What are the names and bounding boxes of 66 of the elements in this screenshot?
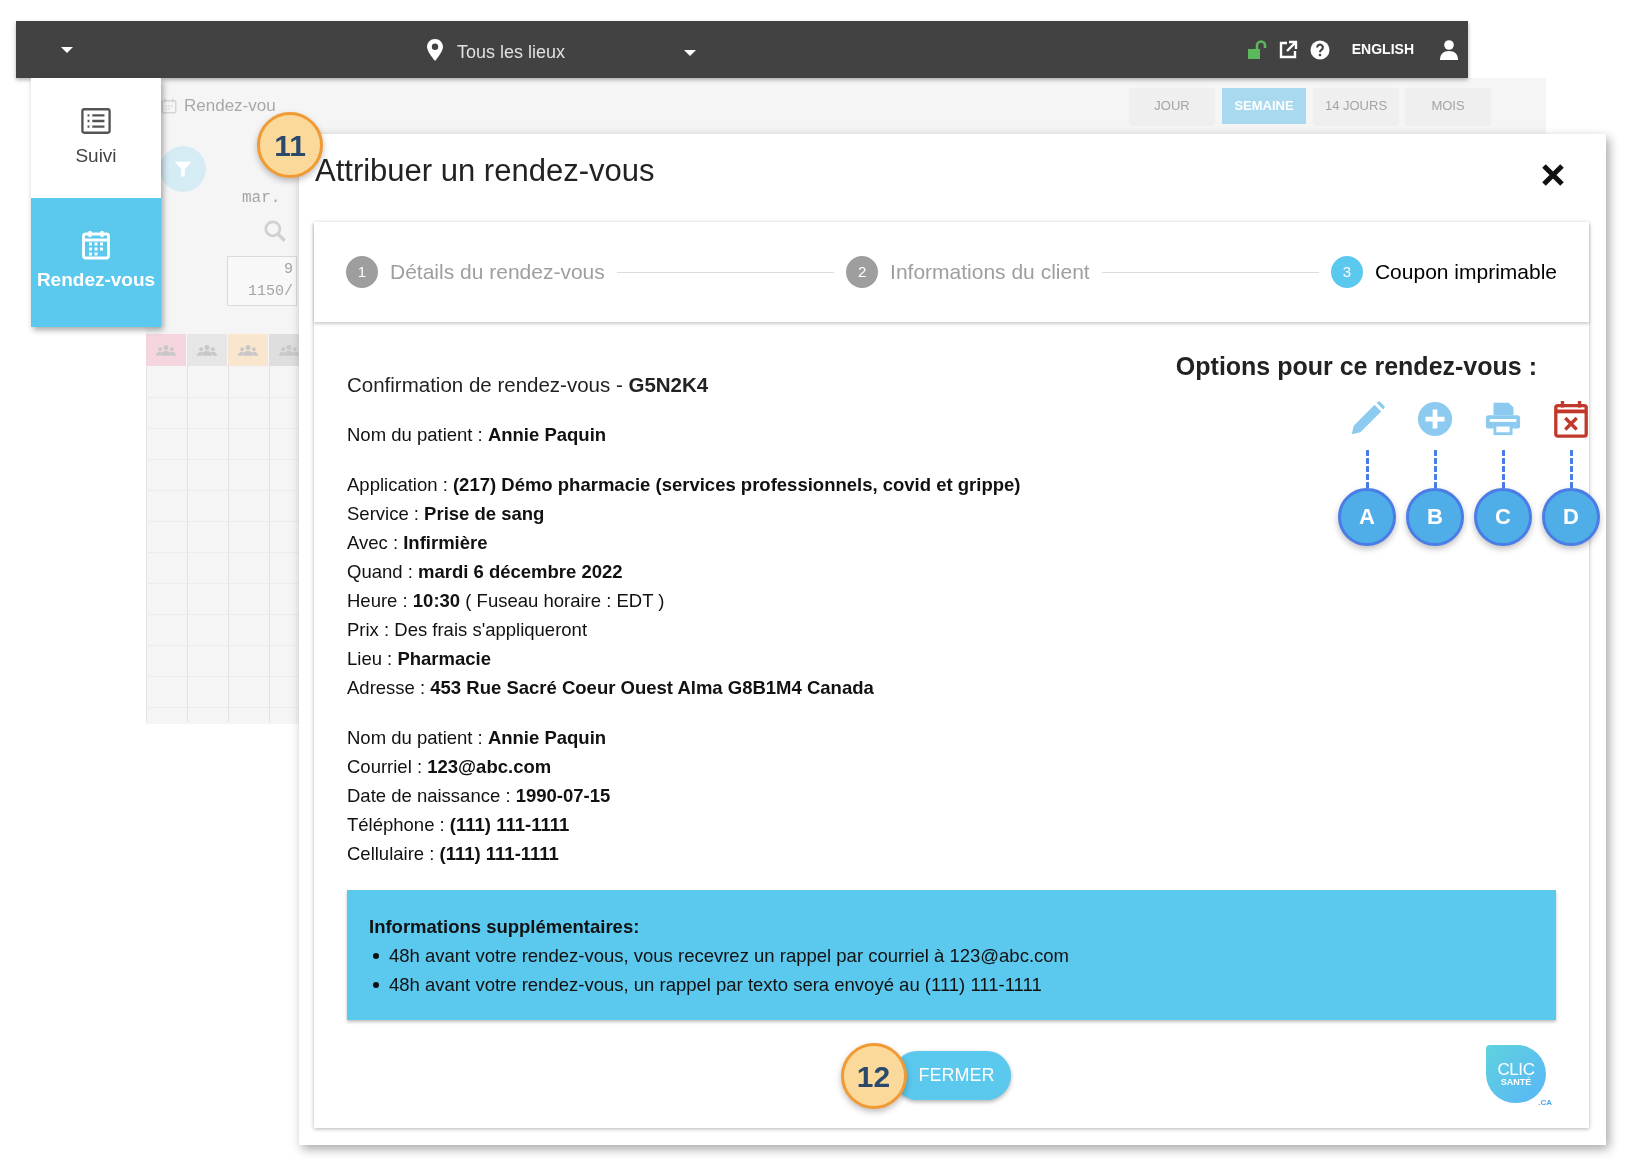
detail-line: Nom du patient : Annie Paquin [347,726,608,750]
logo: CLIC SANTÉ .CA [1486,1045,1552,1103]
callout-badge: A [1338,487,1396,546]
detail-line: Prix : Des frais s'appliqueront [347,618,589,642]
user-icon[interactable] [1440,39,1458,60]
callout-badge: 12 [840,1043,907,1109]
people-icon [238,343,258,357]
leader-line [1365,449,1369,488]
help-icon[interactable] [1309,39,1330,60]
bullet-icon [373,981,379,988]
callout-badge: C [1474,487,1532,546]
caret-icon[interactable] [60,45,74,54]
detail-line: Téléphone : (111) 111-1111 [347,813,571,837]
calendar-x-icon[interactable] [1552,399,1590,438]
calendar-icon [160,97,178,115]
options-title: Options pour ce rendez-vous : [1175,351,1537,382]
list-icon [81,105,111,136]
leader-line [1433,449,1437,488]
step[interactable]: 2 Informations du client [846,256,1090,288]
step[interactable]: 1 Détails du rendez-vous [346,256,605,288]
caret-icon [683,48,697,57]
detail-line: Cellulaire : (111) 111-1111 [347,842,560,866]
step-number: 2 [846,256,879,288]
step-label: Détails du rendez-vous [390,259,605,286]
sidebar-item[interactable]: Suivi [31,78,161,198]
people-icon [197,343,217,357]
detail-line: Service : Prise de sang [347,502,546,526]
info-item: 48h avant votre rendez-vous, vous recevrez un rappel par courriel à 123@abc.com [389,944,1069,968]
leader-line [1569,449,1573,488]
callout-badge: B [1406,487,1464,546]
calendar-icon [81,230,111,261]
detail-line: Application : (217) Démo pharmacie (services professionnels, covid et grippe) [347,473,1021,497]
detail-line: Adresse : 453 Rue Sacré Coeur Ouest Alma G8B1M4 Canada [347,676,875,700]
detail-line: Quand : mardi 6 décembre 2022 [347,560,624,584]
step-label: Informations du client [890,259,1090,286]
people-icon [156,343,176,357]
day-label: mar. [242,188,281,209]
unlocked-lock-icon[interactable] [1245,39,1268,60]
detail-line: Heure : 10:30 ( Fuseau horaire : EDT ) [347,589,666,613]
view-tab[interactable]: SEMAINE [1222,88,1306,124]
bullet-icon [373,952,379,959]
confirmation-text: Confirmation de rendez-vous - G5N2K4 [347,372,710,398]
detail-line: Avec : Infirmière [347,531,489,555]
step-number: 3 [1330,256,1363,288]
language-link[interactable]: ENGLISH [1351,39,1414,60]
detail-line: Courriel : 123@abc.com [347,755,553,779]
step[interactable]: 3 Coupon imprimable [1330,256,1557,288]
map-pin-icon [427,38,443,61]
sidebar-item[interactable]: Rendez-vous [31,198,161,327]
info-title: Informations supplémentaires: [369,915,641,939]
detail-line: Lieu : Pharmacie [347,647,492,671]
detail-line: Date de naissance : 1990-07-15 [347,784,612,808]
count-box: 9 1150/ [227,256,297,306]
external-link-icon[interactable] [1277,39,1298,60]
step-number: 1 [346,256,378,288]
people-icon [279,343,299,357]
location-select[interactable]: Tous les lieux [427,29,697,70]
detail-line: Nom du patient : Annie Paquin [347,423,608,447]
step-label: Coupon imprimable [1374,259,1557,286]
view-tab[interactable]: 14 JOURS [1314,88,1398,124]
view-tab[interactable]: MOIS [1406,88,1490,124]
view-tab[interactable]: JOUR [1130,88,1214,124]
close-icon[interactable] [1541,163,1565,187]
leader-line [1501,449,1505,488]
info-item: 48h avant votre rendez-vous, un rappel par texto sera envoyé au (111) 111-1111 [389,973,1042,997]
callout-badge: D [1542,487,1600,546]
